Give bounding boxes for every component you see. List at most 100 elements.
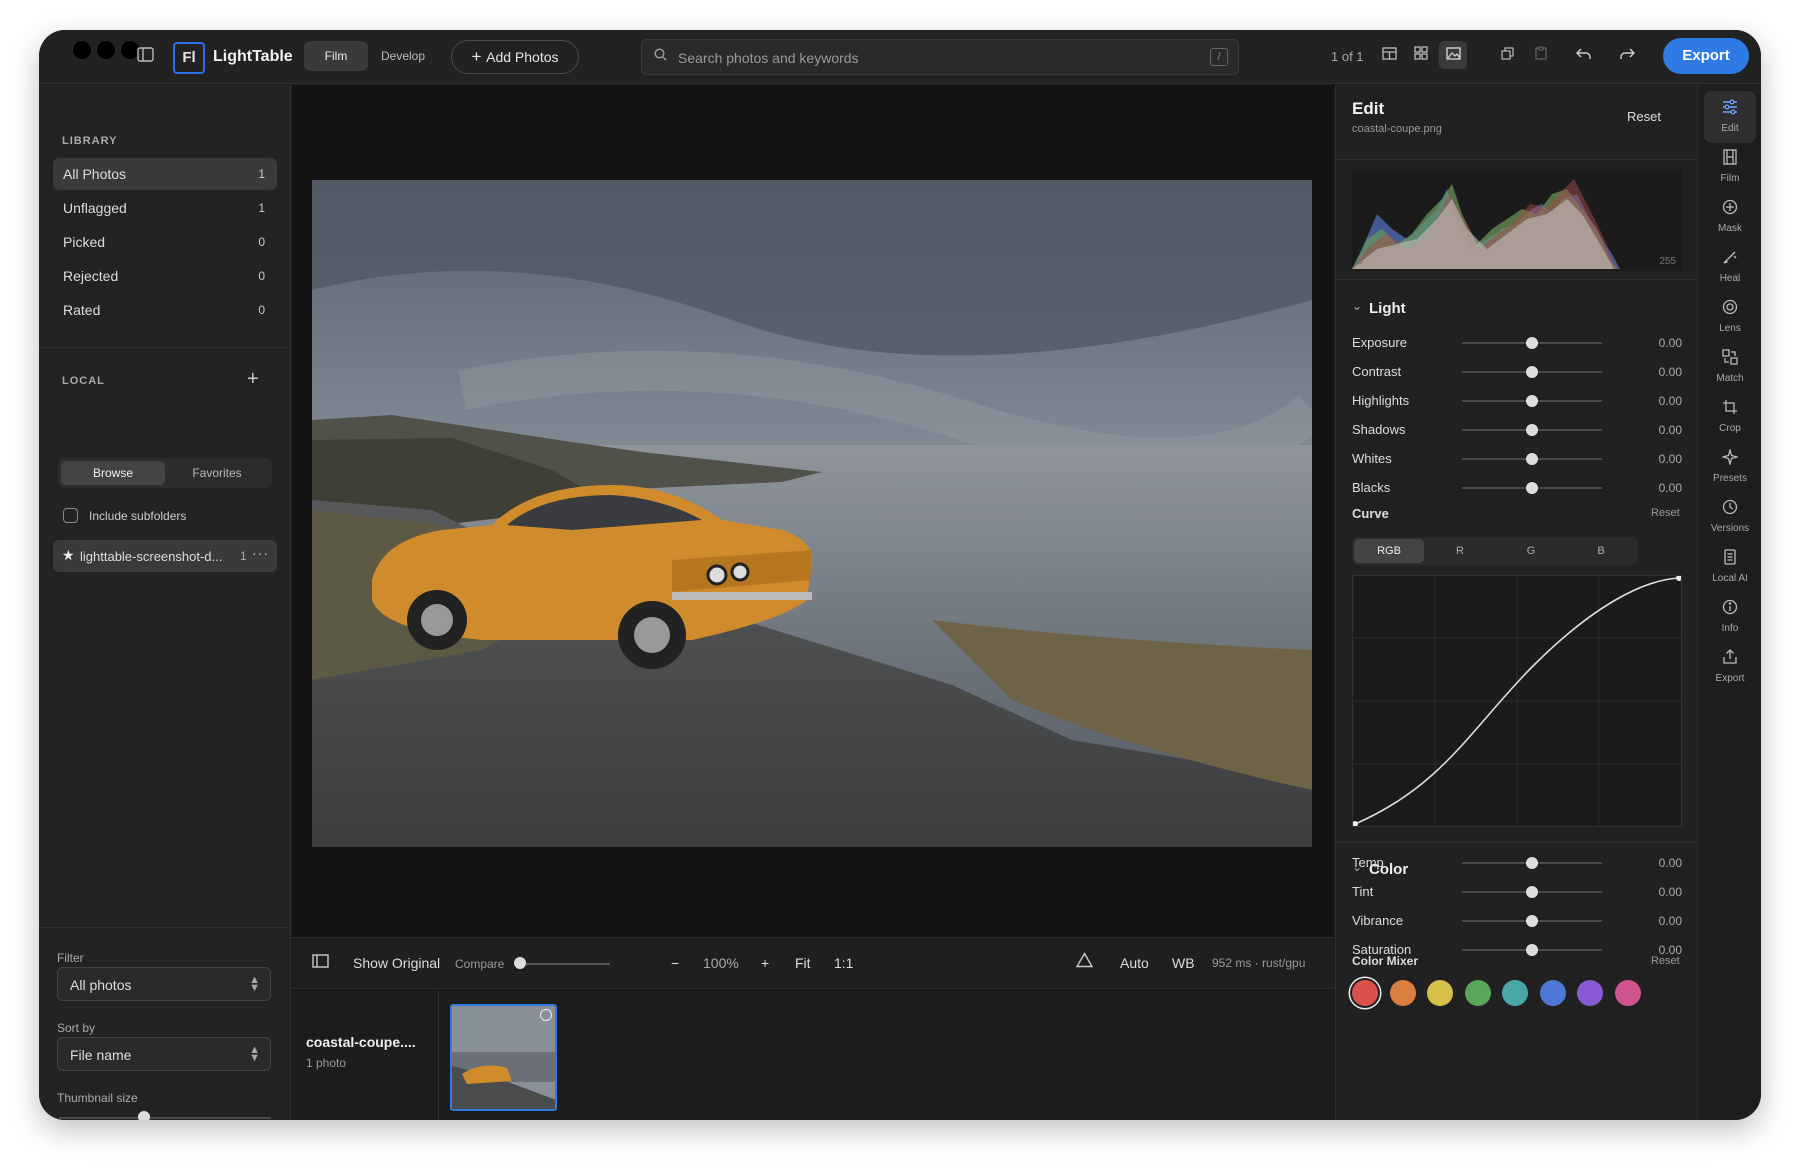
white-balance-button[interactable]: WB	[1172, 955, 1195, 971]
rail-item-info[interactable]: Info	[1704, 591, 1756, 643]
slider-knob[interactable]	[1526, 366, 1538, 378]
show-original-button[interactable]: Show Original	[353, 955, 440, 971]
tab-film[interactable]: Film	[304, 41, 368, 71]
slider-shadows[interactable]: Shadows 0.00	[1336, 416, 1697, 444]
slider-track[interactable]	[1462, 915, 1602, 927]
slider-track[interactable]	[1462, 944, 1602, 956]
color-swatch[interactable]	[1464, 980, 1491, 1006]
slider-knob[interactable]	[1526, 424, 1538, 436]
color-swatch[interactable]	[1427, 980, 1453, 1006]
slider-blacks[interactable]: Blacks 0.00	[1336, 474, 1697, 502]
slider-knob[interactable]	[137, 1111, 150, 1120]
library-item-rated[interactable]: Rated 0	[53, 294, 277, 326]
layout-compare-icon[interactable]	[1375, 41, 1403, 69]
library-item-all-photos[interactable]: All Photos 1	[53, 158, 277, 190]
minimize-window-button[interactable]	[97, 41, 115, 59]
color-swatch[interactable]	[1389, 980, 1416, 1006]
library-item-rejected[interactable]: Rejected 0	[53, 260, 277, 292]
more-icon[interactable]: ···	[252, 545, 269, 561]
color-swatch[interactable]	[1577, 980, 1603, 1006]
slider-track[interactable]	[1462, 886, 1602, 898]
compare-slider[interactable]	[514, 957, 610, 969]
slider-track[interactable]	[1462, 337, 1602, 349]
slider-knob[interactable]	[1526, 482, 1538, 494]
channel-tab-g[interactable]: G	[1496, 539, 1566, 563]
select-circle-icon[interactable]	[540, 1009, 552, 1021]
include-subfolders-checkbox[interactable]	[63, 508, 78, 523]
slider-vibrance[interactable]: Vibrance 0.00	[1336, 907, 1697, 935]
slider-knob[interactable]	[514, 957, 526, 969]
slider-knob[interactable]	[1526, 337, 1538, 349]
slider-knob[interactable]	[1526, 395, 1538, 407]
light-section-title[interactable]: Light	[1369, 300, 1406, 317]
color-swatch[interactable]	[1502, 980, 1528, 1006]
slider-knob[interactable]	[1526, 886, 1538, 898]
clipping-warning-icon[interactable]	[1075, 952, 1094, 971]
slider-knob[interactable]	[1526, 857, 1538, 869]
copy-icon[interactable]	[1493, 41, 1521, 69]
auto-button[interactable]: Auto	[1120, 955, 1149, 971]
slider-track[interactable]	[1462, 857, 1602, 869]
close-window-button[interactable]	[73, 41, 91, 59]
photo-thumbnail[interactable]	[450, 1004, 557, 1111]
search-input[interactable]: Search photos and keywords /	[641, 39, 1239, 75]
slider-contrast[interactable]: Contrast 0.00	[1336, 358, 1697, 386]
filmstrip-toggle-icon[interactable]	[312, 954, 329, 971]
rail-item-heal[interactable]: Heal	[1704, 241, 1756, 293]
rail-item-presets[interactable]: Presets	[1704, 441, 1756, 493]
color-swatch[interactable]	[1614, 980, 1641, 1006]
color-swatch[interactable]	[1539, 980, 1566, 1006]
undo-icon[interactable]	[1569, 41, 1597, 69]
slider-exposure[interactable]: Exposure 0.00	[1336, 329, 1697, 357]
slider-temp[interactable]: Temp 0.00	[1336, 849, 1697, 877]
rail-item-mask[interactable]: Mask	[1704, 191, 1756, 243]
slider-knob[interactable]	[1526, 944, 1538, 956]
library-item-picked[interactable]: Picked 0	[53, 226, 277, 258]
tab-browse[interactable]: Browse	[61, 461, 165, 485]
rail-item-local-ai[interactable]: Local AI	[1704, 541, 1756, 593]
sort-select[interactable]: File name ▲ ▼	[57, 1037, 271, 1071]
zoom-in-button[interactable]: +	[761, 955, 769, 971]
slider-tint[interactable]: Tint 0.00	[1336, 878, 1697, 906]
slider-track[interactable]	[1462, 453, 1602, 465]
filter-select[interactable]: All photos ▲ ▼	[57, 967, 271, 1001]
rail-item-lens[interactable]: Lens	[1704, 291, 1756, 343]
folder-item[interactable]: ★ lighttable-screenshot-d... 1 ···	[53, 540, 277, 572]
rail-item-crop[interactable]: Crop	[1704, 391, 1756, 443]
rail-item-export[interactable]: Export	[1704, 641, 1756, 693]
slider-track[interactable]	[1462, 482, 1602, 494]
one-to-one-button[interactable]: 1:1	[834, 955, 853, 971]
thumbnail-size-slider[interactable]	[59, 1111, 271, 1120]
chevron-down-icon[interactable]: ⌄	[1352, 299, 1362, 313]
fit-button[interactable]: Fit	[795, 955, 811, 971]
single-view-icon[interactable]	[1439, 41, 1467, 69]
rail-item-edit[interactable]: Edit	[1704, 91, 1756, 143]
slider-knob[interactable]	[1526, 915, 1538, 927]
redo-icon[interactable]	[1613, 41, 1641, 69]
slider-track[interactable]	[1462, 366, 1602, 378]
add-photos-button[interactable]: + Add Photos	[451, 40, 579, 74]
color-mixer-reset-button[interactable]: Reset	[1651, 955, 1680, 967]
channel-tab-r[interactable]: R	[1425, 539, 1495, 563]
grid-view-icon[interactable]	[1407, 41, 1435, 69]
rail-item-film[interactable]: Film	[1704, 141, 1756, 193]
curve-reset-button[interactable]: Reset	[1651, 507, 1680, 519]
slider-knob[interactable]	[1526, 453, 1538, 465]
export-button[interactable]: Export	[1663, 38, 1749, 74]
channel-tab-rgb[interactable]: RGB	[1354, 539, 1424, 563]
channel-tab-b[interactable]: B	[1566, 539, 1636, 563]
rail-item-versions[interactable]: Versions	[1704, 491, 1756, 543]
slider-track[interactable]	[1462, 395, 1602, 407]
tone-curve-editor[interactable]	[1352, 575, 1682, 827]
slider-highlights[interactable]: Highlights 0.00	[1336, 387, 1697, 415]
library-item-unflagged[interactable]: Unflagged 1	[53, 192, 277, 224]
add-folder-icon[interactable]: +	[247, 368, 259, 391]
edit-reset-button[interactable]: Reset	[1627, 109, 1661, 124]
slider-whites[interactable]: Whites 0.00	[1336, 445, 1697, 473]
tab-develop[interactable]: Develop	[371, 41, 435, 71]
rail-item-match[interactable]: Match	[1704, 341, 1756, 393]
sidebar-toggle-icon[interactable]	[137, 47, 154, 67]
slider-track[interactable]	[1462, 424, 1602, 436]
color-swatch[interactable]	[1352, 980, 1378, 1006]
tab-favorites[interactable]: Favorites	[165, 461, 269, 485]
